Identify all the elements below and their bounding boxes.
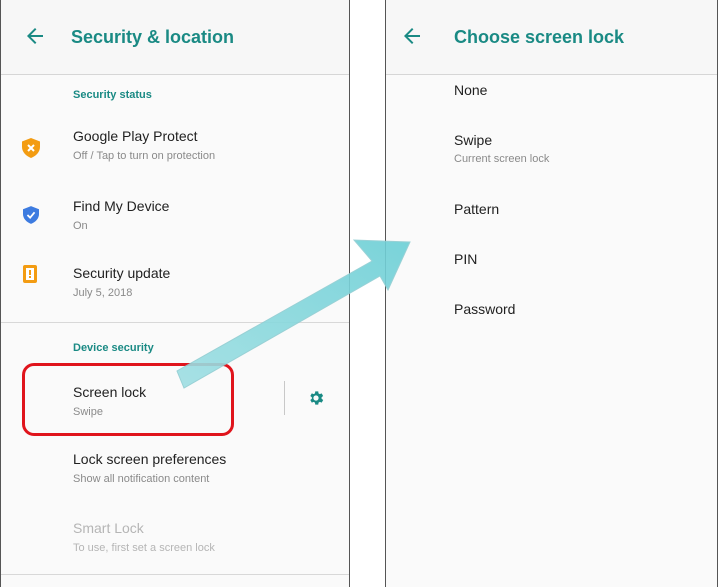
back-arrow-icon[interactable] — [23, 24, 47, 48]
option-title: Password — [454, 301, 516, 317]
item-title: Lock screen preferences — [73, 451, 227, 467]
lock-screen-preferences-item[interactable]: Lock screen preferences Show all notific… — [1, 443, 349, 493]
item-subtitle: To use, first set a screen lock — [73, 542, 215, 554]
smart-lock-item: Smart Lock To use, first set a screen lo… — [1, 512, 349, 562]
shield-check-icon — [23, 206, 39, 224]
page-title: Security & location — [71, 27, 235, 47]
option-title: Pattern — [454, 201, 500, 217]
option-swipe[interactable]: Swipe Current screen lock — [386, 124, 717, 176]
option-title: None — [454, 82, 488, 98]
item-subtitle: July 5, 2018 — [73, 287, 133, 299]
back-arrow-icon[interactable] — [400, 24, 424, 48]
item-title: Google Play Protect — [73, 128, 198, 144]
section-divider — [1, 322, 349, 323]
vertical-separator — [284, 381, 285, 415]
item-subtitle: Show all notification content — [73, 473, 210, 485]
app-bar: Security & location — [1, 0, 349, 75]
find-my-device-item[interactable]: Find My Device On — [1, 188, 349, 246]
option-pattern[interactable]: Pattern — [386, 193, 717, 233]
shield-alert-icon — [22, 138, 40, 158]
screen-lock-highlight-box — [22, 363, 234, 436]
section-header-security-status: Security status — [73, 89, 152, 101]
section-header-device-security: Device security — [73, 342, 154, 354]
option-title: Swipe — [454, 132, 493, 148]
item-title: Find My Device — [73, 198, 170, 214]
google-play-protect-item[interactable]: Google Play Protect Off / Tap to turn on… — [1, 118, 349, 176]
app-bar: Choose screen lock — [386, 0, 717, 75]
security-update-item[interactable]: Security update July 5, 2018 — [1, 255, 349, 313]
option-password[interactable]: Password — [386, 293, 717, 333]
gear-icon[interactable] — [307, 389, 325, 407]
page-title: Choose screen lock — [454, 27, 625, 47]
item-subtitle: On — [73, 220, 88, 232]
option-none[interactable]: None — [386, 74, 717, 116]
item-title: Smart Lock — [73, 520, 144, 536]
option-subtitle: Current screen lock — [454, 153, 550, 165]
bottom-divider — [1, 574, 349, 575]
item-subtitle: Off / Tap to turn on protection — [73, 150, 216, 162]
security-update-icon — [23, 265, 37, 283]
choose-screen-lock-screen: Choose screen lock None Swipe Current sc… — [385, 0, 718, 587]
option-title: PIN — [454, 251, 478, 267]
option-pin[interactable]: PIN — [386, 243, 717, 283]
item-title: Security update — [73, 265, 171, 281]
security-location-screen: Security & location Security status Goog… — [0, 0, 350, 587]
